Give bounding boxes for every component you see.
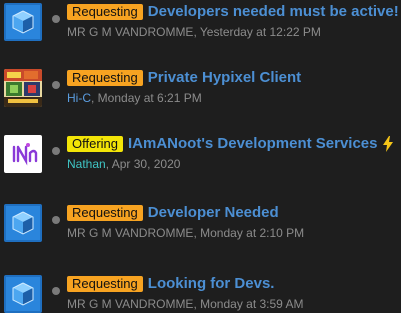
prefix-badge[interactable]: Requesting	[67, 70, 143, 86]
author-link[interactable]: Nathan	[67, 157, 106, 171]
thread-title-link[interactable]: IAmANoot's Development Services	[128, 134, 377, 154]
thread-row: Requesting Developer Needed MR G M VANDR…	[0, 201, 401, 253]
meta-separator: ,	[91, 91, 98, 105]
blue-cube-avatar-icon[interactable]	[4, 3, 42, 41]
unread-indicator-icon	[52, 216, 60, 224]
thread-date[interactable]: Monday at 3:59 AM	[200, 297, 303, 311]
thread-row: Requesting Developers needed must be act…	[0, 0, 401, 52]
thread-date[interactable]: Yesterday at 12:22 PM	[200, 25, 321, 39]
author-link[interactable]: Hi-C	[67, 91, 91, 105]
purple-logo-avatar-icon[interactable]	[4, 135, 42, 173]
lightning-bolt-icon	[382, 136, 393, 152]
thread-title-line: Requesting Looking for Devs.	[67, 274, 274, 294]
unread-indicator-icon	[52, 81, 60, 89]
thread-row: Offering IAmANoot's Development Services…	[0, 132, 401, 184]
thread-meta: MR G M VANDROMME, Yesterday at 12:22 PM	[67, 25, 321, 39]
thread-title-link[interactable]: Developer Needed	[148, 203, 279, 223]
thread-date[interactable]: Monday at 2:10 PM	[200, 226, 304, 240]
thread-title-line: Requesting Private Hypixel Client	[67, 68, 301, 88]
thread-title-line: Offering IAmANoot's Development Services	[67, 134, 394, 154]
thread-meta: Nathan, Apr 30, 2020	[67, 157, 180, 171]
thread-meta: MR G M VANDROMME, Monday at 2:10 PM	[67, 226, 304, 240]
thread-title-link[interactable]: Developers needed must be active!	[148, 2, 399, 22]
prefix-badge[interactable]: Requesting	[67, 205, 143, 221]
unread-indicator-icon	[52, 287, 60, 295]
thread-title-line: Requesting Developer Needed	[67, 203, 279, 223]
thread-date[interactable]: Monday at 6:21 PM	[98, 91, 202, 105]
thread-row: Requesting Looking for Devs. MR G M VAND…	[0, 272, 401, 313]
prefix-badge[interactable]: Requesting	[67, 4, 143, 20]
author-link[interactable]: MR G M VANDROMME	[67, 25, 193, 39]
thread-meta: MR G M VANDROMME, Monday at 3:59 AM	[67, 297, 304, 311]
author-link[interactable]: MR G M VANDROMME	[67, 226, 193, 240]
unread-indicator-icon	[52, 147, 60, 155]
thread-date[interactable]: Apr 30, 2020	[112, 157, 181, 171]
thread-meta: Hi-C, Monday at 6:21 PM	[67, 91, 202, 105]
blue-cube-avatar-icon[interactable]	[4, 275, 42, 313]
author-link[interactable]: MR G M VANDROMME	[67, 297, 193, 311]
prefix-badge[interactable]: Offering	[67, 136, 124, 152]
thread-title-link[interactable]: Looking for Devs.	[148, 274, 275, 294]
minecraft-artwork-avatar-icon[interactable]	[4, 69, 42, 107]
thread-title-link[interactable]: Private Hypixel Client	[148, 68, 301, 88]
unread-indicator-icon	[52, 15, 60, 23]
prefix-badge[interactable]: Requesting	[67, 276, 143, 292]
blue-cube-avatar-icon[interactable]	[4, 204, 42, 242]
thread-title-line: Requesting Developers needed must be act…	[67, 2, 399, 22]
thread-list: Requesting Developers needed must be act…	[0, 0, 401, 313]
thread-row: Requesting Private Hypixel Client Hi-C, …	[0, 66, 401, 118]
